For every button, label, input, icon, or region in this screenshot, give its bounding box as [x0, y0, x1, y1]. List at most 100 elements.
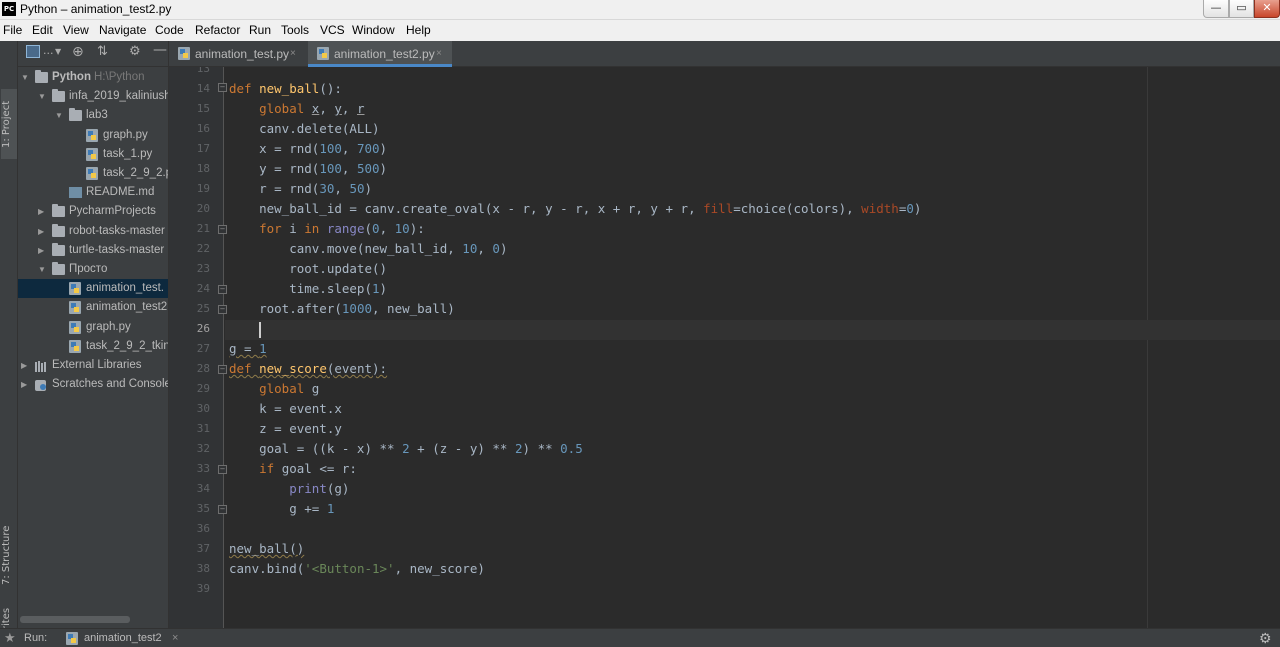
- python-file-icon: [69, 301, 81, 315]
- tree-item-label: Просто: [69, 263, 108, 275]
- close-run-tab-icon[interactable]: ×: [172, 632, 178, 644]
- tab-animation-test2[interactable]: animation_test2.py ×: [308, 41, 452, 67]
- fold-marker-icon[interactable]: −: [218, 285, 227, 294]
- line-number: 17: [196, 142, 210, 155]
- tree-item[interactable]: ▶ turtle-tasks-master: [18, 241, 168, 260]
- gear-icon[interactable]: ⚙: [129, 44, 141, 59]
- tree-item-label: turtle-tasks-master: [69, 243, 165, 256]
- chevron-down-icon[interactable]: ▼: [21, 68, 29, 87]
- tree-item[interactable]: task_2_9_2_tkint: [18, 337, 169, 356]
- close-tab-icon[interactable]: ×: [290, 41, 296, 67]
- tree-item-label: graph.py: [103, 128, 148, 141]
- collapse-all-icon[interactable]: ⇅: [97, 44, 108, 59]
- tree-item[interactable]: task_2_9_2.p: [18, 164, 168, 183]
- window-title-bar: PC Python – animation_test2.py — ▭ ✕: [0, 0, 1280, 20]
- code-line-35: g += 1: [229, 501, 335, 516]
- line-number: 24: [196, 282, 210, 295]
- menu-view[interactable]: View: [63, 23, 89, 37]
- minimize-button[interactable]: —: [1203, 0, 1229, 18]
- chevron-down-icon[interactable]: ▼: [55, 106, 63, 125]
- tree-item[interactable]: task_1.py: [18, 145, 168, 164]
- menu-help[interactable]: Help: [406, 23, 431, 37]
- python-file-icon: [69, 320, 81, 334]
- hide-panel-icon[interactable]: —: [153, 42, 167, 58]
- right-margin-guide: [1147, 67, 1148, 628]
- menu-vcs[interactable]: VCS: [320, 23, 345, 37]
- fold-marker-icon[interactable]: −: [218, 305, 227, 314]
- line-number: 18: [196, 162, 210, 175]
- project-tool-button[interactable]: 1: Project: [1, 89, 17, 159]
- chevron-right-icon[interactable]: ▶: [38, 222, 44, 241]
- locate-file-icon[interactable]: ⊕: [72, 44, 84, 60]
- chevron-down-icon[interactable]: ▼: [55, 47, 61, 56]
- fold-marker-icon[interactable]: −: [218, 465, 227, 474]
- text-caret: [259, 322, 261, 338]
- chevron-right-icon[interactable]: ▶: [38, 202, 44, 221]
- code-line-38: canv.bind('<Button-1>', new_score): [229, 561, 485, 576]
- project-view-selector[interactable]: ...: [43, 44, 54, 57]
- tree-item[interactable]: ▼ Просто: [18, 260, 168, 279]
- project-toolbar: ... ▼ ⊕ ⇅ ⚙ —: [18, 41, 168, 67]
- project-horizontal-scrollbar[interactable]: [20, 616, 130, 623]
- code-line-22: canv.move(new_ball_id, 10, 0): [229, 241, 508, 256]
- menu-run[interactable]: Run: [249, 23, 271, 37]
- tree-item[interactable]: graph.py: [18, 126, 168, 145]
- tree-item[interactable]: animation_test2: [18, 298, 168, 317]
- code-line-34: print(g): [289, 481, 350, 496]
- line-number: 19: [196, 182, 210, 195]
- fold-marker-icon[interactable]: −: [218, 225, 227, 234]
- tree-item[interactable]: ▼ Python H:\Python: [18, 68, 168, 87]
- fold-marker-icon[interactable]: −: [218, 505, 227, 514]
- python-file-icon: [86, 128, 98, 142]
- line-number: 26: [196, 322, 210, 335]
- tree-item[interactable]: ▼ lab3: [18, 106, 168, 125]
- folder-icon: [52, 262, 65, 275]
- tree-item[interactable]: ▶ Scratches and Console: [18, 375, 168, 394]
- line-number: 39: [196, 582, 210, 595]
- code-line-21: for i in range(0, 10):: [259, 221, 425, 236]
- menu-tools[interactable]: Tools: [281, 23, 309, 37]
- favorites-star-icon[interactable]: ★: [4, 630, 16, 646]
- tree-item[interactable]: README.md: [18, 183, 168, 202]
- chevron-down-icon[interactable]: ▼: [38, 87, 46, 106]
- tree-item[interactable]: animation_test.: [18, 279, 168, 299]
- tree-item-label: task_2_9_2_tkint: [86, 339, 169, 352]
- code-line-25: root.after(1000, new_ball): [229, 301, 455, 316]
- structure-tool-button[interactable]: 7: Structure: [1, 519, 17, 591]
- run-label: Run:: [24, 632, 48, 644]
- menu-navigate[interactable]: Navigate: [99, 23, 146, 37]
- code-line-15: global x, y, r: [259, 101, 365, 116]
- line-number: 28: [196, 362, 210, 375]
- menu-file[interactable]: File: [3, 23, 22, 37]
- menu-code[interactable]: Code: [155, 23, 184, 37]
- code-line-31: z = event.y: [229, 421, 342, 436]
- fold-marker-icon[interactable]: −: [218, 83, 227, 92]
- tree-item[interactable]: ▶ PycharmProjects: [18, 202, 168, 221]
- run-config-tab[interactable]: animation_test2: [84, 632, 162, 644]
- maximize-button[interactable]: ▭: [1229, 0, 1254, 18]
- menu-refactor[interactable]: Refactor: [195, 23, 240, 37]
- close-tab-icon[interactable]: ×: [436, 41, 442, 67]
- library-icon: [35, 360, 48, 372]
- close-window-button[interactable]: ✕: [1254, 0, 1280, 18]
- folder-icon: [52, 204, 65, 218]
- tree-item-label: PycharmProjects: [69, 205, 156, 218]
- tree-item[interactable]: ▼ infa_2019_kaliniush: [18, 87, 168, 106]
- chevron-right-icon[interactable]: ▶: [38, 241, 44, 260]
- menu-window[interactable]: Window: [352, 23, 395, 37]
- project-view-icon[interactable]: [26, 45, 40, 58]
- chevron-right-icon[interactable]: ▶: [21, 356, 27, 375]
- gear-icon[interactable]: ⚙: [1259, 630, 1272, 647]
- tree-item[interactable]: ▶ External Libraries: [18, 356, 168, 375]
- chevron-right-icon[interactable]: ▶: [21, 375, 27, 394]
- line-number: 27: [196, 342, 210, 355]
- menu-edit[interactable]: Edit: [32, 23, 53, 37]
- tree-item[interactable]: ▶ robot-tasks-master: [18, 222, 168, 241]
- code-editor[interactable]: − − − − − − − 13 14 15 16 17 18 19 20 21 22 23 24 25…: [169, 67, 1280, 628]
- tree-item[interactable]: graph.py: [18, 318, 168, 337]
- line-number: 25: [196, 302, 210, 315]
- run-tool-bar: ★ Run: animation_test2 × ⚙: [0, 628, 1280, 647]
- tab-animation-test[interactable]: animation_test.py ×: [169, 41, 307, 67]
- fold-marker-icon[interactable]: −: [218, 365, 227, 374]
- chevron-down-icon[interactable]: ▼: [38, 260, 46, 279]
